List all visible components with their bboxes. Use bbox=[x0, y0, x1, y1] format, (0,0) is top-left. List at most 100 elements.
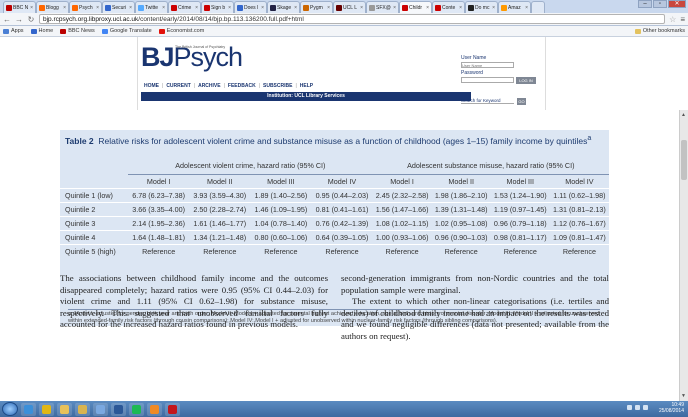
nav-link-archive[interactable]: ARCHIVE bbox=[198, 83, 221, 89]
close-tab-icon[interactable]: × bbox=[459, 5, 462, 11]
scroll-up-icon[interactable]: ▲ bbox=[681, 112, 686, 118]
go-button[interactable]: GO bbox=[517, 98, 526, 105]
login-button[interactable]: LOG IN bbox=[516, 77, 536, 84]
article-column-2: second-generation immigrants from non-No… bbox=[341, 273, 609, 343]
taskbar-app[interactable] bbox=[129, 402, 144, 416]
tab-favicon-icon bbox=[138, 4, 144, 11]
table-row: Quintile 5 (high) Reference Reference Refer… bbox=[60, 243, 609, 258]
window-controls: – ▫ ✕ bbox=[638, 0, 686, 8]
close-tab-icon[interactable]: × bbox=[426, 5, 429, 11]
browser-tab[interactable]: Skage × bbox=[267, 1, 300, 13]
table-cell: 1.61 (1.46–1.77) bbox=[189, 215, 251, 230]
bookmark-favicon-icon bbox=[30, 28, 37, 34]
browser-tab[interactable]: Twitte × bbox=[135, 1, 168, 13]
taskbar-app[interactable] bbox=[111, 402, 126, 416]
scroll-down-icon[interactable]: ▼ bbox=[681, 393, 686, 399]
bookmark-item[interactable]: BBC News bbox=[60, 28, 95, 34]
browser-tab[interactable]: Psych × bbox=[69, 1, 102, 13]
bookmark-favicon-icon bbox=[158, 28, 165, 34]
url-path: /content/early/2014/08/14/bjp.bp.113.136… bbox=[138, 15, 304, 23]
tab-favicon-icon bbox=[270, 4, 276, 11]
keyword-search-input[interactable]: Search for Keyword bbox=[461, 98, 514, 104]
taskbar-app[interactable] bbox=[147, 402, 162, 416]
folder-icon bbox=[634, 28, 641, 34]
taskbar-app[interactable] bbox=[93, 402, 108, 416]
paragraph: second-generation immigrants from non-No… bbox=[341, 273, 609, 295]
close-tab-icon[interactable]: × bbox=[261, 5, 264, 11]
bookmark-favicon-icon bbox=[3, 28, 9, 34]
other-bookmarks[interactable]: Other bookmarks bbox=[634, 28, 685, 34]
tab-favicon-icon bbox=[171, 4, 177, 11]
close-tab-icon[interactable]: × bbox=[195, 5, 198, 11]
forward-icon[interactable]: → bbox=[15, 15, 23, 24]
close-tab-icon[interactable]: × bbox=[492, 5, 495, 11]
nav-link-home[interactable]: HOME bbox=[144, 83, 159, 89]
browser-tab[interactable]: UCL L × bbox=[333, 1, 366, 13]
address-bar[interactable]: bjp.rcpsych.org.libproxy.ucl.ac.uk/conte… bbox=[39, 14, 666, 24]
close-tab-icon[interactable]: × bbox=[294, 5, 297, 11]
table-cell: 1.04 (0.78–1.40) bbox=[250, 215, 312, 230]
reload-icon[interactable]: ↻ bbox=[27, 15, 35, 24]
table-cell: 1.46 (1.09–1.95) bbox=[250, 201, 312, 216]
close-tab-icon[interactable]: × bbox=[327, 5, 330, 11]
password-input[interactable] bbox=[461, 76, 514, 83]
taskbar-app[interactable] bbox=[165, 402, 180, 416]
start-button[interactable] bbox=[2, 402, 18, 416]
tab-title: BBC N bbox=[13, 4, 29, 11]
bookmark-item[interactable]: Home bbox=[30, 28, 53, 34]
taskbar-app[interactable] bbox=[21, 402, 36, 416]
browser-tab[interactable]: Conte × bbox=[432, 1, 465, 13]
minimize-button[interactable]: – bbox=[638, 0, 652, 8]
network-icon[interactable] bbox=[635, 405, 640, 410]
browser-tab[interactable]: SFX@ × bbox=[366, 1, 399, 13]
back-icon[interactable]: ← bbox=[3, 15, 11, 24]
browser-tab[interactable]: Childr × bbox=[399, 1, 432, 13]
word-icon bbox=[114, 404, 123, 414]
taskbar-app[interactable] bbox=[75, 402, 90, 416]
browser-tab[interactable]: Sign b × bbox=[201, 1, 234, 13]
volume-icon[interactable] bbox=[643, 405, 648, 410]
tray-icon[interactable] bbox=[627, 405, 632, 410]
close-tab-icon[interactable]: × bbox=[63, 5, 66, 11]
browser-tab[interactable]: Blogg × bbox=[36, 1, 69, 13]
table-cell: 1.08 (1.02–1.15) bbox=[372, 215, 432, 230]
bookmark-item[interactable]: Google Translate bbox=[101, 28, 152, 34]
browser-tab[interactable]: Crime × bbox=[168, 1, 201, 13]
bookmark-item[interactable]: Economist.com bbox=[158, 28, 204, 34]
browser-tab[interactable]: Pygm × bbox=[300, 1, 333, 13]
table-cell: 1.31 (0.81–2.13) bbox=[549, 201, 609, 216]
bookmark-star-icon[interactable]: ☆ bbox=[669, 15, 676, 24]
maximize-button[interactable]: ▫ bbox=[653, 0, 667, 8]
table-cell: 0.98 (0.81–1.17) bbox=[490, 229, 550, 244]
new-tab-button[interactable] bbox=[531, 1, 545, 13]
username-input[interactable] bbox=[461, 62, 514, 68]
close-tab-icon[interactable]: × bbox=[393, 5, 396, 11]
close-tab-icon[interactable]: × bbox=[525, 5, 528, 11]
close-tab-icon[interactable]: × bbox=[30, 5, 33, 11]
close-window-button[interactable]: ✕ bbox=[668, 0, 686, 8]
close-tab-icon[interactable]: × bbox=[228, 5, 231, 11]
browser-tab[interactable]: Securi × bbox=[102, 1, 135, 13]
close-tab-icon[interactable]: × bbox=[162, 5, 165, 11]
table-cell: 1.98 (1.86–2.10) bbox=[431, 187, 491, 202]
login-form: User Name Password LOG IN bbox=[461, 54, 536, 84]
scroll-thumb[interactable] bbox=[681, 140, 687, 180]
bookmark-item[interactable]: Apps bbox=[3, 28, 24, 34]
menu-icon[interactable]: ≡ bbox=[680, 15, 685, 24]
nav-link-current[interactable]: CURRENT bbox=[166, 83, 190, 89]
browser-tab[interactable]: Does l × bbox=[234, 1, 267, 13]
browser-tab[interactable]: Amaz × bbox=[498, 1, 531, 13]
browser-tab[interactable]: BBC N × bbox=[3, 1, 36, 13]
close-tab-icon[interactable]: × bbox=[129, 5, 132, 11]
pdf-scrollbar[interactable]: ▲ ▼ bbox=[679, 110, 688, 401]
close-tab-icon[interactable]: × bbox=[96, 5, 99, 11]
close-tab-icon[interactable]: × bbox=[360, 5, 363, 11]
browser-tab[interactable]: Do mc × bbox=[465, 1, 498, 13]
nav-link-feedback[interactable]: FEEDBACK bbox=[228, 83, 256, 89]
clock[interactable]: 10:49 25/08/2014 bbox=[659, 402, 684, 414]
nav-link-help[interactable]: HELP bbox=[300, 83, 313, 89]
tab-title: Blogg bbox=[46, 4, 59, 11]
nav-link-subscribe[interactable]: SUBSCRIBE bbox=[263, 83, 292, 89]
taskbar-app[interactable] bbox=[39, 402, 54, 416]
taskbar-app[interactable] bbox=[57, 402, 72, 416]
